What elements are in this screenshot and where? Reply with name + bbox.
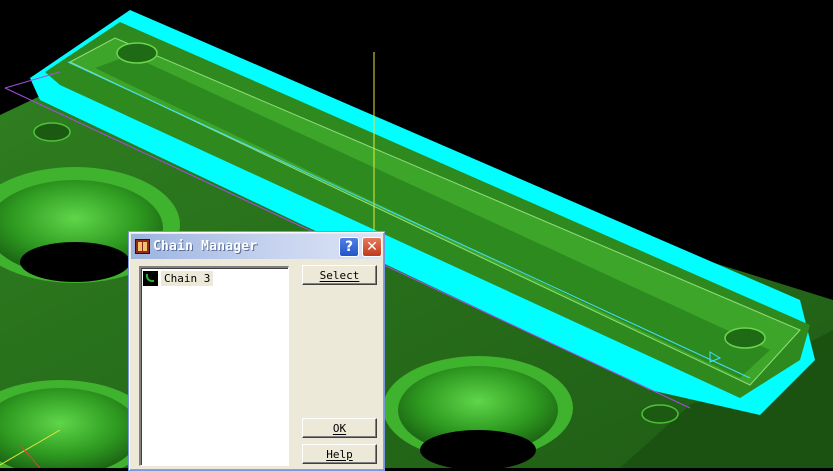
list-item[interactable]: Chain 3 bbox=[143, 270, 214, 287]
chain-list[interactable]: Chain 3 bbox=[139, 266, 289, 466]
dialog-titlebar[interactable]: Chain Manager ? ✕ bbox=[131, 234, 382, 259]
small-hole bbox=[116, 42, 158, 64]
ok-button[interactable]: OK bbox=[302, 418, 377, 438]
cad-viewport[interactable] bbox=[0, 0, 833, 468]
chain-manager-dialog: Chain Manager ? ✕ Chain 3 Select OK Help bbox=[128, 231, 385, 471]
help-button[interactable]: Help bbox=[302, 444, 377, 464]
dialog-title: Chain Manager bbox=[153, 239, 258, 254]
app-icon bbox=[135, 239, 150, 254]
close-icon[interactable]: ✕ bbox=[362, 237, 382, 257]
chain-label: Chain 3 bbox=[161, 271, 214, 286]
chain-icon bbox=[143, 271, 158, 286]
small-hole bbox=[33, 122, 71, 142]
small-hole bbox=[641, 404, 679, 424]
small-hole bbox=[724, 327, 766, 349]
select-button[interactable]: Select bbox=[302, 265, 377, 285]
help-icon[interactable]: ? bbox=[339, 237, 359, 257]
